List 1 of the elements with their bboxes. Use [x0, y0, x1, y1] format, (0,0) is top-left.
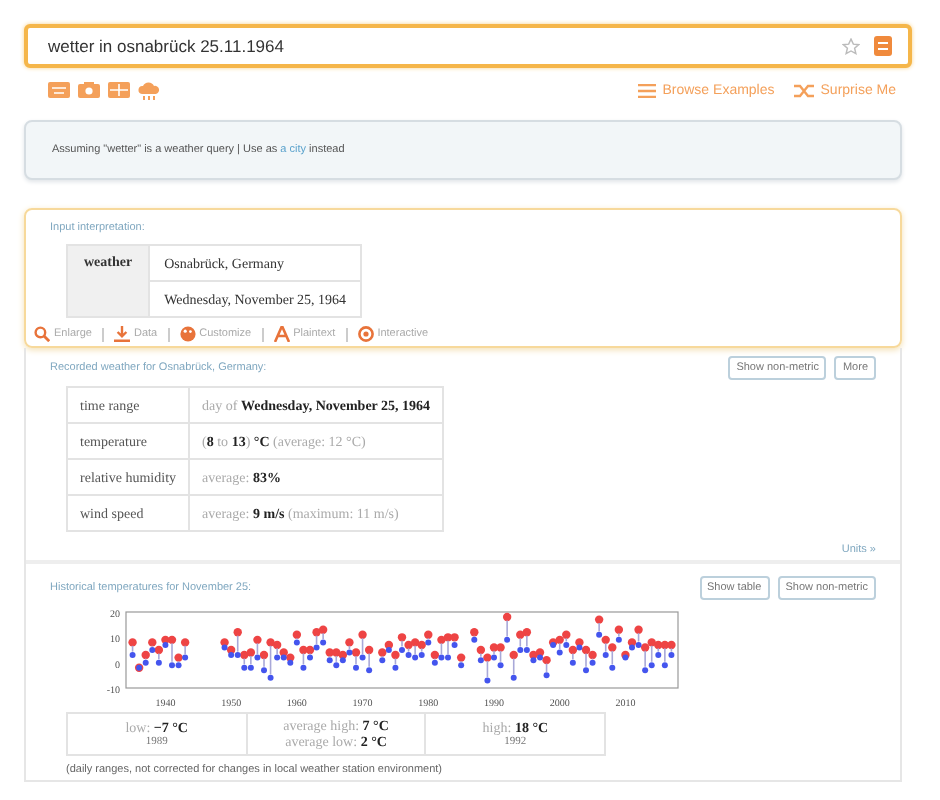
- search-field[interactable]: wetter in osnabrück 25.11.1964: [24, 24, 912, 68]
